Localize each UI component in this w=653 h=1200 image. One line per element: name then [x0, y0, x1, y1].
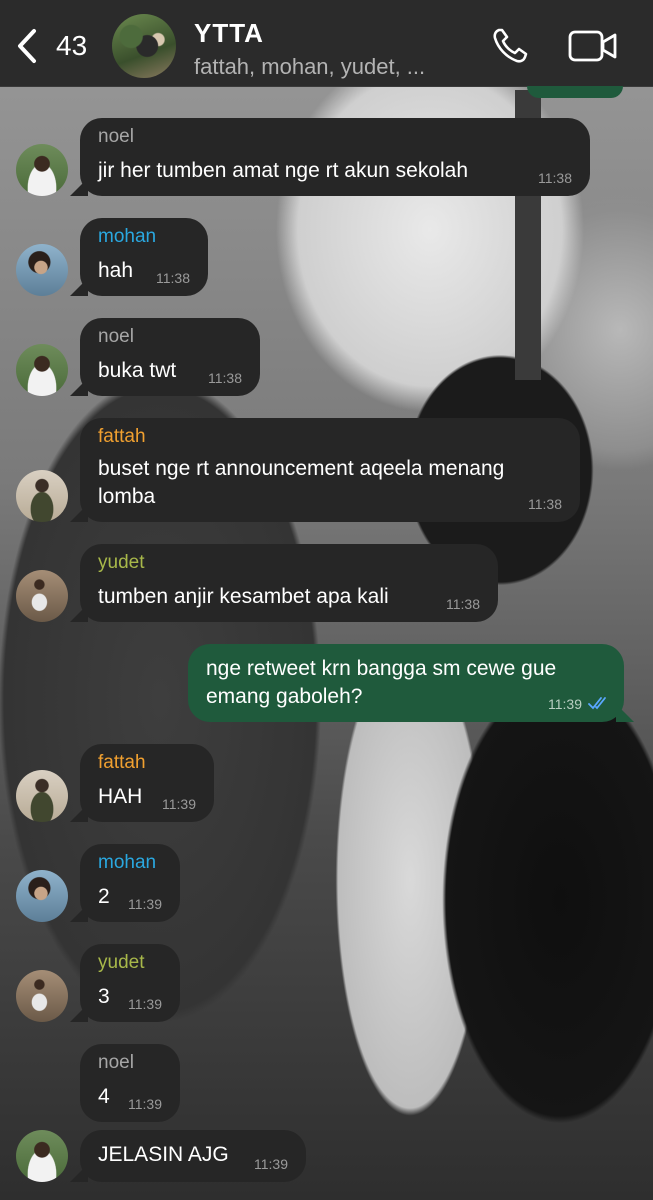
sender-name: noel [98, 326, 134, 347]
message-time: 11:38 [156, 270, 190, 286]
previous-message-peek [527, 86, 623, 98]
avatar-yudet[interactable] [16, 970, 68, 1022]
message-text: tumben anjir kesambet apa kali [98, 585, 389, 608]
message-time: 11:39 [128, 996, 162, 1012]
message-time: 11:38 [528, 496, 562, 512]
unread-count: 43 [56, 30, 88, 61]
message-time: 11:39 [128, 896, 162, 912]
message-text: hah [98, 259, 134, 282]
message-bubble[interactable]: noel jir her tumben amat nge rt akun sek… [70, 118, 590, 196]
message-text: 4 [98, 1085, 110, 1108]
group-members[interactable]: fattah, mohan, yudet, ... [194, 54, 425, 80]
avatar-yudet[interactable] [16, 570, 68, 622]
message-text: HAH [98, 785, 143, 808]
message-text-line: buset nge rt announcement aqeela menang [98, 457, 505, 480]
message-bubble[interactable]: fattah HAH 11:39 [70, 744, 214, 822]
group-name[interactable]: YTTA [194, 18, 264, 49]
sender-name: noel [98, 126, 134, 147]
message-bubble[interactable]: mohan 2 11:39 [70, 844, 180, 922]
message-bubble[interactable]: mohan hah 11:38 [70, 218, 208, 296]
sender-name: yudet [98, 952, 145, 973]
phone-icon[interactable] [490, 26, 530, 66]
message-bubble[interactable]: yudet tumben anjir kesambet apa kali 11:… [70, 544, 498, 622]
message-time: 11:38 [446, 596, 480, 612]
chat-header: 43 YTTA fattah, mohan, yudet, ... [0, 0, 653, 87]
message-text-line: lomba [98, 485, 156, 508]
video-call-icon[interactable] [568, 28, 618, 64]
message-time: 11:39 [548, 696, 582, 712]
message-text: jir her tumben amat nge rt akun sekolah [98, 159, 469, 182]
avatar-noel[interactable] [16, 1130, 68, 1182]
message-time: 11:38 [208, 370, 242, 386]
message-text-line: emang gaboleh? [206, 685, 363, 708]
message-time: 11:39 [128, 1096, 162, 1112]
message-bubble[interactable]: noel 4 11:39 [80, 1044, 180, 1122]
sender-name: fattah [98, 426, 146, 447]
avatar-noel[interactable] [16, 144, 68, 196]
message-bubble[interactable]: noel buka twt 11:38 [70, 318, 260, 396]
group-avatar[interactable] [112, 14, 176, 78]
avatar-mohan[interactable] [16, 244, 68, 296]
message-bubble[interactable]: JELASIN AJG 11:39 [70, 1130, 306, 1182]
avatar-fattah[interactable] [16, 770, 68, 822]
avatar-fattah[interactable] [16, 470, 68, 522]
sender-name: yudet [98, 552, 145, 573]
message-text: JELASIN AJG [98, 1143, 229, 1166]
sender-name: mohan [98, 852, 157, 873]
message-text: 3 [98, 985, 110, 1008]
outgoing-message-bubble[interactable]: nge retweet krn bangga sm cewe gue emang… [188, 644, 634, 722]
sender-name: fattah [98, 752, 146, 773]
back-button[interactable]: 43 [14, 24, 87, 68]
sender-name: mohan [98, 226, 157, 247]
double-check-icon [588, 697, 606, 710]
message-text-line: nge retweet krn bangga sm cewe gue [206, 657, 557, 680]
chevron-left-icon [18, 29, 36, 63]
message-time: 11:39 [162, 796, 196, 812]
message-bubble[interactable]: fattah buset nge rt announcement aqeela … [70, 418, 580, 522]
sender-name: noel [98, 1052, 134, 1073]
message-time: 11:39 [254, 1156, 288, 1172]
message-bubble[interactable]: yudet 3 11:39 [70, 944, 180, 1022]
message-text: buka twt [98, 359, 177, 382]
message-time: 11:38 [538, 170, 572, 186]
avatar-noel[interactable] [16, 344, 68, 396]
avatar-mohan[interactable] [16, 870, 68, 922]
message-text: 2 [98, 885, 110, 908]
